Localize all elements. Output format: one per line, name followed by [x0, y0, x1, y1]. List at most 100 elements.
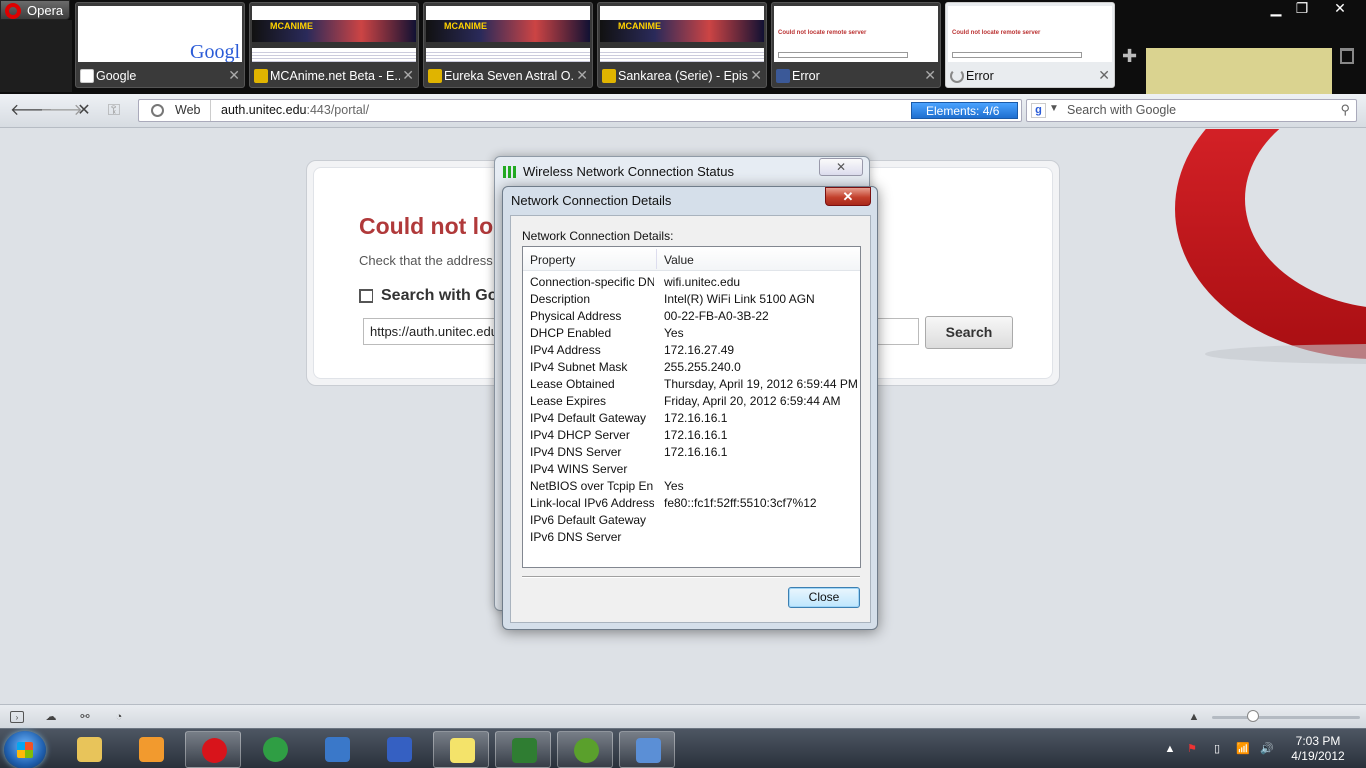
search-field[interactable]: g ▼ Search with Google ⚲: [1026, 99, 1357, 122]
zoom-slider-thumb[interactable]: [1247, 710, 1259, 722]
list-item[interactable]: IPv4 DNS Server 172.16.16.1: [523, 443, 860, 460]
tab-thumbnail-text: MCANIME: [618, 21, 661, 31]
battery-icon[interactable]: ▯: [1211, 743, 1223, 755]
tab-error-2-active[interactable]: Could not locate remote server Error ✕: [945, 2, 1115, 88]
zoom-slider-track[interactable]: [1212, 716, 1360, 719]
tab-thumbnail-text: MCANIME: [444, 21, 487, 31]
clock[interactable]: 7:03 PM 4/19/2012: [1278, 734, 1358, 764]
wifi-signal-icon[interactable]: 📶: [1236, 743, 1250, 755]
list-item[interactable]: Physical Address 00-22-FB-A0-3B-22: [523, 307, 860, 324]
close-button[interactable]: Close: [788, 587, 860, 608]
column-header-property[interactable]: Property: [530, 253, 575, 267]
tab-thumbnail-text: Googl: [190, 41, 240, 62]
list-item[interactable]: Lease Expires Friday, April 20, 2012 6:59…: [523, 392, 860, 409]
taskbar-button-sticky-notes[interactable]: [433, 731, 489, 768]
opera-link-icon[interactable]: ⚯: [78, 711, 92, 723]
value-cell: 172.16.16.1: [664, 411, 728, 425]
url-text[interactable]: auth.unitec.edu:443/portal/: [221, 100, 369, 121]
elements-counter-badge[interactable]: Elements: 4/6: [911, 102, 1018, 119]
opera-menu-button[interactable]: Opera: [0, 0, 70, 20]
minimize-icon[interactable]: ▁: [1262, 0, 1290, 18]
list-item[interactable]: Link-local IPv6 Address fe80::fc1f:52ff:5…: [523, 494, 860, 511]
list-item[interactable]: Connection-specific DN... wifi.unitec.edu: [523, 273, 860, 290]
property-cell: IPv6 DNS Server: [530, 530, 622, 544]
facebook-icon: [776, 69, 790, 83]
close-icon[interactable]: ✕: [750, 67, 762, 84]
list-item[interactable]: DHCP Enabled Yes: [523, 324, 860, 341]
view-options-icon[interactable]: ▲: [1187, 711, 1201, 723]
list-item[interactable]: IPv4 Default Gateway 172.16.16.1: [523, 409, 860, 426]
turbo-icon[interactable]: ◔: [112, 711, 126, 723]
address-bar[interactable]: Web auth.unitec.edu:443/portal/ Elements…: [138, 99, 1022, 122]
tab-google[interactable]: Googl Google ✕: [75, 2, 245, 88]
volume-icon[interactable]: 🔊: [1260, 743, 1274, 755]
list-item[interactable]: IPv6 DNS Server: [523, 528, 860, 545]
property-cell: Physical Address: [530, 309, 622, 323]
back-icon[interactable]: 🡐: [10, 101, 53, 121]
tab-mcanime[interactable]: MCANIME MCAnime.net Beta - E... ✕: [249, 2, 419, 88]
new-tab-icon[interactable]: ✚: [1122, 46, 1137, 67]
taskbar-button-terminal[interactable]: [495, 731, 551, 768]
key-icon[interactable]: ⚿: [104, 101, 124, 121]
column-header-value[interactable]: Value: [664, 253, 694, 267]
taskbar-button-infinity-app[interactable]: [371, 731, 427, 768]
site-info-label: Web: [175, 103, 201, 117]
property-cell: IPv4 DHCP Server: [530, 428, 630, 442]
value-cell: 172.16.27.49: [664, 343, 735, 357]
close-icon[interactable]: ✕: [825, 187, 871, 206]
close-icon[interactable]: ✕: [228, 67, 240, 84]
google-search-engine-icon[interactable]: g: [1031, 103, 1046, 118]
tab-thumbnail: Could not locate remote server: [774, 6, 938, 62]
browser-status-bar: › ☁ ⚯ ◔ ▲: [0, 704, 1366, 728]
tab-error-1[interactable]: Could not locate remote server Error ✕: [771, 2, 941, 88]
list-item[interactable]: IPv4 Address 172.16.27.49: [523, 341, 860, 358]
taskbar-button-network-center[interactable]: [619, 731, 675, 768]
list-item[interactable]: Description Intel(R) WiFi Link 5100 AGN: [523, 290, 860, 307]
tab-thumbnail: MCANIME: [600, 6, 764, 62]
action-center-icon[interactable]: ⚑: [1186, 743, 1198, 755]
close-icon[interactable]: ✕: [1098, 67, 1110, 84]
opera-watermark-logo: [1175, 129, 1366, 364]
list-item[interactable]: IPv4 DHCP Server 172.16.16.1: [523, 426, 860, 443]
error-subtitle: Check that the address: [359, 253, 493, 268]
taskbar-button-explorer[interactable]: [61, 731, 117, 768]
property-cell: Lease Obtained: [530, 377, 615, 391]
taskbar-button-remote-desktop[interactable]: [309, 731, 365, 768]
list-item[interactable]: Lease Obtained Thursday, April 19, 2012 6…: [523, 375, 860, 392]
list-item[interactable]: IPv4 Subnet Mask 255.255.240.0: [523, 358, 860, 375]
tab-sankarea[interactable]: MCANIME Sankarea (Serie) - Epis... ✕: [597, 2, 767, 88]
chevron-down-icon[interactable]: ▼: [1049, 103, 1059, 114]
property-cell: DHCP Enabled: [530, 326, 612, 340]
dialog-body: Network Connection Details: Property Val…: [510, 215, 871, 623]
window-close-icon[interactable]: ✕: [1326, 0, 1354, 18]
close-icon[interactable]: ✕: [402, 67, 414, 84]
value-cell: fe80::fc1f:52ff:5510:3cf7%12: [664, 496, 817, 510]
forward-icon[interactable]: 🡒: [40, 101, 83, 121]
globe-icon: [151, 104, 164, 117]
tab-eureka[interactable]: MCANIME Eureka Seven Astral O... ✕: [423, 2, 593, 88]
tab-thumbnail: MCANIME: [426, 6, 590, 62]
taskbar-button-chrome[interactable]: [247, 731, 303, 768]
tray-expand-icon[interactable]: ▲: [1164, 743, 1176, 755]
taskbar-button-opera[interactable]: [185, 731, 241, 768]
restore-icon[interactable]: ❐: [1288, 0, 1316, 18]
panel-toggle-icon[interactable]: ›: [10, 711, 24, 723]
tab-title: Eureka Seven Astral O...: [444, 69, 574, 83]
list-item[interactable]: NetBIOS over Tcpip En... Yes: [523, 477, 860, 494]
taskbar-button-earth[interactable]: [557, 731, 613, 768]
site-info-badge[interactable]: Web: [139, 100, 211, 121]
taskbar-button-media-player[interactable]: [123, 731, 179, 768]
list-item[interactable]: IPv4 WINS Server: [523, 460, 860, 477]
globe-icon: [574, 738, 599, 763]
stop-icon[interactable]: ✕: [74, 101, 94, 121]
close-icon[interactable]: ✕: [924, 67, 936, 84]
close-icon[interactable]: ✕: [819, 158, 863, 176]
start-button[interactable]: [4, 731, 46, 768]
opera-unite-cloud-icon[interactable]: ☁: [44, 711, 58, 723]
close-icon[interactable]: ✕: [576, 67, 588, 84]
trash-icon[interactable]: [1340, 48, 1354, 64]
search-icon[interactable]: ⚲: [1340, 102, 1350, 118]
details-listview[interactable]: Property Value Connection-specific DN...…: [522, 246, 861, 568]
error-search-button[interactable]: Search: [925, 316, 1013, 349]
list-item[interactable]: IPv6 Default Gateway: [523, 511, 860, 528]
